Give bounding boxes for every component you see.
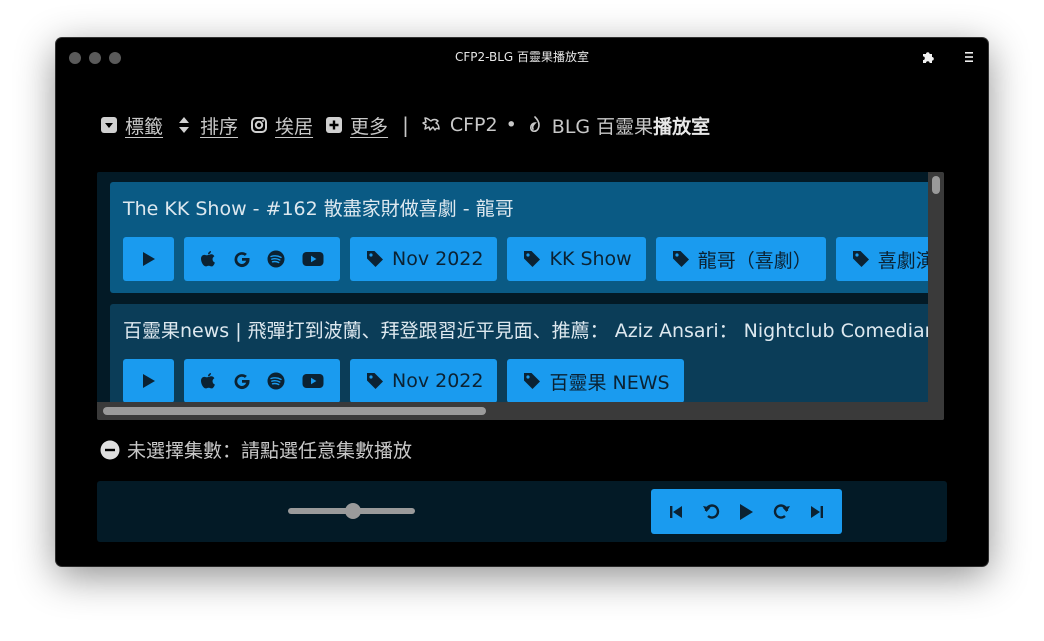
episode-actions: Nov 2022 百靈果 NEWS bbox=[123, 359, 694, 403]
platform-links-group bbox=[184, 359, 340, 403]
tag-label: KK Show bbox=[549, 248, 632, 270]
plus-square-icon bbox=[325, 116, 343, 134]
play-icon bbox=[141, 373, 157, 389]
tag-button[interactable]: 喜劇演 bbox=[835, 237, 932, 281]
tag-button[interactable]: KK Show bbox=[507, 237, 646, 281]
tag-button[interactable]: Nov 2022 bbox=[350, 237, 498, 281]
google-icon[interactable] bbox=[233, 250, 251, 268]
more-link[interactable]: 更多 bbox=[350, 112, 388, 139]
rewind-icon[interactable] bbox=[701, 502, 721, 522]
platform-links-group bbox=[184, 237, 340, 281]
tag-label: Nov 2022 bbox=[392, 370, 484, 392]
episode-actions: Nov 2022 KK Show 龍哥（喜劇） 喜劇演 bbox=[123, 237, 932, 281]
leaf-icon bbox=[525, 115, 545, 135]
menu-icon[interactable] bbox=[961, 49, 977, 65]
episode-item[interactable]: 百靈果news | 飛彈打到波蘭、拜登跟習近平見面、推薦： Aziz Ansar… bbox=[110, 304, 932, 415]
spotify-icon[interactable] bbox=[267, 372, 285, 390]
apple-icon[interactable] bbox=[200, 372, 216, 390]
vertical-scroll-thumb[interactable] bbox=[932, 176, 940, 194]
spotify-icon[interactable] bbox=[267, 250, 285, 268]
google-icon[interactable] bbox=[233, 372, 251, 390]
episode-title[interactable]: The KK Show - #162 散盡家財做喜劇 - 龍哥 bbox=[123, 194, 514, 221]
play-icon bbox=[141, 251, 157, 267]
tag-button[interactable]: Nov 2022 bbox=[350, 359, 498, 403]
tags-link[interactable]: 標籤 bbox=[125, 112, 163, 139]
tag-label: 龍哥（喜劇） bbox=[697, 249, 812, 272]
play-icon[interactable] bbox=[737, 503, 755, 521]
episode-list: The KK Show - #162 散盡家財做喜劇 - 龍哥 Nov 2022 K… bbox=[97, 172, 944, 420]
caret-square-down-icon bbox=[100, 116, 118, 134]
top-nav: 標籤 排序 埃居 更多 | CFP2 • BLG 百靈果 播放室 bbox=[100, 112, 710, 138]
window-title: CFP2-BLG 百靈果播放室 bbox=[454, 50, 590, 64]
apple-icon[interactable] bbox=[200, 250, 216, 268]
tag-button[interactable]: 龍哥（喜劇） bbox=[655, 237, 826, 281]
sort-icon bbox=[175, 116, 193, 134]
blg-bold-label: 播放室 bbox=[653, 115, 711, 138]
status-bar: 未選擇集數：請點選任意集數播放 bbox=[100, 436, 412, 463]
tag-icon bbox=[523, 372, 541, 390]
tag-icon bbox=[852, 250, 870, 268]
tag-label: 喜劇演 bbox=[877, 249, 932, 272]
youtube-icon[interactable] bbox=[302, 373, 324, 389]
minus-circle-icon bbox=[100, 440, 120, 460]
nav-bullet: • bbox=[505, 114, 517, 136]
nav-separator: | bbox=[402, 113, 409, 137]
puzzle-icon[interactable] bbox=[921, 49, 937, 65]
app-window: CFP2-BLG 百靈果播放室 標籤 排序 埃居 更多 | CFP2 • BLG… bbox=[56, 38, 988, 566]
cfp2-label[interactable]: CFP2 bbox=[450, 114, 498, 136]
tag-icon bbox=[366, 372, 384, 390]
player-controls bbox=[651, 489, 842, 534]
youtube-icon[interactable] bbox=[302, 251, 324, 267]
status-text: 未選擇集數：請點選任意集數播放 bbox=[127, 440, 413, 462]
horizontal-scroll-thumb[interactable] bbox=[103, 407, 486, 415]
vertical-scrollbar[interactable] bbox=[928, 172, 944, 420]
player-bar bbox=[97, 481, 947, 542]
skip-forward-icon[interactable] bbox=[809, 504, 825, 520]
instagram-icon bbox=[250, 116, 268, 134]
volume-slider-thumb[interactable] bbox=[344, 503, 361, 519]
dragon-icon bbox=[421, 114, 443, 136]
skip-back-icon[interactable] bbox=[668, 504, 684, 520]
title-bar: CFP2-BLG 百靈果播放室 bbox=[56, 38, 988, 76]
tag-label: 百靈果 NEWS bbox=[549, 371, 670, 394]
forward-icon[interactable] bbox=[772, 502, 792, 522]
tag-button[interactable]: 百靈果 NEWS bbox=[507, 359, 684, 403]
instagram-link[interactable]: 埃居 bbox=[275, 112, 313, 139]
sort-link[interactable]: 排序 bbox=[200, 112, 238, 139]
tag-icon bbox=[523, 250, 541, 268]
tag-icon bbox=[366, 250, 384, 268]
episode-title[interactable]: 百靈果news | 飛彈打到波蘭、拜登跟習近平見面、推薦： Aziz Ansar… bbox=[123, 316, 932, 343]
episode-item[interactable]: The KK Show - #162 散盡家財做喜劇 - 龍哥 Nov 2022 K… bbox=[110, 182, 932, 293]
blg-label[interactable]: BLG 百靈果 bbox=[552, 112, 653, 139]
play-episode-button[interactable] bbox=[123, 237, 174, 281]
play-episode-button[interactable] bbox=[123, 359, 174, 403]
tag-label: Nov 2022 bbox=[392, 248, 484, 270]
tag-icon bbox=[672, 250, 690, 268]
